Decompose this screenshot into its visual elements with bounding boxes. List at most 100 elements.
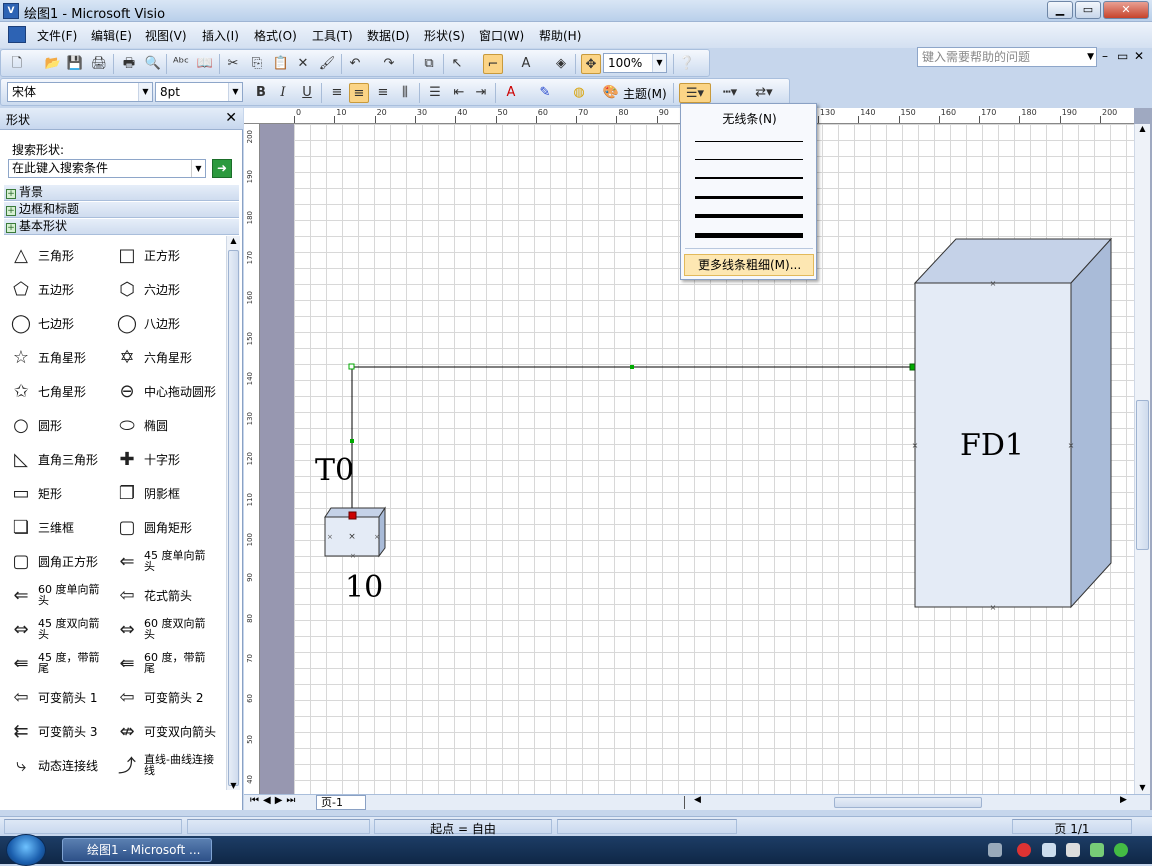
menu-help[interactable]: 帮助(H) <box>536 27 584 44</box>
spelling-icon[interactable]: ᴬᵇᶜ <box>171 54 191 74</box>
menu-more-line-weights[interactable]: 更多线条粗细(M)... <box>684 254 814 276</box>
justify-icon[interactable]: ⫼ <box>395 83 415 103</box>
chevron-down-icon[interactable]: ▼ <box>228 83 242 101</box>
doc-minimize-icon[interactable]: – <box>1102 49 1108 63</box>
shape-item[interactable]: ⇔ 45 度双向箭头 <box>8 616 112 642</box>
update-icon[interactable] <box>1114 843 1128 857</box>
font-size-select[interactable]: 8pt ▼ <box>155 82 243 102</box>
menu-view[interactable]: 视图(V) <box>142 27 190 44</box>
shape-item[interactable]: ⇇ 可变箭头 3 <box>8 718 112 744</box>
security-icon[interactable] <box>1090 843 1104 857</box>
menu-file[interactable]: 文件(F) <box>34 27 80 44</box>
line-ends-icon[interactable]: ⇄▾ <box>749 83 779 103</box>
shapes-window-icon[interactable]: ⧉ <box>419 54 439 74</box>
menu-format[interactable]: 格式(O) <box>251 27 300 44</box>
increase-indent-icon[interactable]: ⇥ <box>471 83 491 103</box>
shape-item[interactable]: △ 三角形 <box>8 242 112 268</box>
line-pattern-icon[interactable]: ┅▾ <box>715 83 745 103</box>
line-weight-2[interactable] <box>695 159 803 160</box>
stencil-background[interactable]: + 背景 <box>4 184 239 201</box>
shape-item[interactable]: ⇦ 可变箭头 1 <box>8 684 112 710</box>
chevron-down-icon[interactable]: ▼ <box>138 83 152 101</box>
chevron-down-icon[interactable]: ▼ <box>1087 50 1094 64</box>
shape-item[interactable]: ◯ 七边形 <box>8 310 112 336</box>
ime-icon[interactable] <box>1017 843 1031 857</box>
shape-item[interactable]: ▢ 圆角矩形 <box>114 514 218 540</box>
shape-item[interactable]: ❏ 三维框 <box>8 514 112 540</box>
shape-item[interactable]: ⇦ 可变箭头 2 <box>114 684 218 710</box>
menu-no-line[interactable]: 无线条(N) <box>681 110 818 127</box>
hscroll-right-icon[interactable]: ▶ <box>1120 795 1127 805</box>
text-tool-icon[interactable]: A <box>516 54 536 74</box>
shape-item[interactable]: ⇔ 60 度双向箭头 <box>114 616 218 642</box>
visio-app-icon[interactable]: V <box>3 3 19 19</box>
menu-insert[interactable]: 插入(I) <box>199 27 242 44</box>
chevron-down-icon[interactable]: ▼ <box>191 160 205 177</box>
shape-item[interactable]: ⇚ 60 度，带箭尾 <box>114 650 218 676</box>
vertical-scrollbar[interactable]: ▲ ▼ <box>1134 124 1150 794</box>
print-icon[interactable]: 🖶 <box>119 54 139 74</box>
label-fd1[interactable]: FD1 <box>960 428 1024 463</box>
help-icon[interactable]: ❔ <box>677 54 697 74</box>
align-center-icon[interactable]: ≡ <box>349 83 369 103</box>
research-icon[interactable]: 📖 <box>195 54 215 74</box>
shape-item[interactable]: ▢ 圆角正方形 <box>8 548 112 574</box>
help-question-input[interactable]: 键入需要帮助的问题 ▼ <box>917 47 1097 67</box>
shape-item[interactable]: ❐ 阴影框 <box>114 480 218 506</box>
pointer-tool-icon[interactable]: ↖ <box>447 54 467 74</box>
taskbar-visio-button[interactable]: 绘图1 - Microsoft ... <box>62 838 212 862</box>
search-go-button[interactable]: ➜ <box>212 159 232 178</box>
menu-window[interactable]: 窗口(W) <box>476 27 527 44</box>
shape-search-input[interactable]: 在此键入搜索条件 ▼ <box>8 159 206 178</box>
line-weight-5[interactable] <box>695 214 803 218</box>
volume-icon[interactable] <box>1066 843 1080 857</box>
bullets-icon[interactable]: ☰ <box>425 83 445 103</box>
shape-item[interactable]: ⇐ 45 度单向箭头 <box>114 548 218 574</box>
font-select[interactable]: 宋体 ▼ <box>7 82 153 102</box>
network-icon[interactable] <box>1042 843 1056 857</box>
line-weight-1[interactable] <box>695 141 803 142</box>
shape-item[interactable]: ☆ 五角星形 <box>8 344 112 370</box>
document-icon[interactable] <box>8 26 26 43</box>
label-t0[interactable]: T0 <box>315 453 354 488</box>
print-preview-icon[interactable]: 🔍 <box>143 54 163 74</box>
copy-icon[interactable]: ⎘ <box>247 54 267 74</box>
shape-item[interactable]: ✩ 七角星形 <box>8 378 112 404</box>
menu-edit[interactable]: 编辑(E) <box>88 27 135 44</box>
page-nav-arrows-icon[interactable]: ⏮◀▶⏭ <box>250 795 299 806</box>
connector-start-handle[interactable] <box>348 511 357 520</box>
shape-item[interactable]: ⇐ 60 度单向箭头 <box>8 582 112 608</box>
line-weight-6[interactable] <box>695 233 803 238</box>
shape-item[interactable]: ✚ 十字形 <box>114 446 218 472</box>
shape-item[interactable]: ⊖ 中心拖动圆形 <box>114 378 218 404</box>
shape-item[interactable]: ⤷ 动态连接线 <box>8 752 112 778</box>
keyboard-icon[interactable] <box>988 843 1002 857</box>
start-button[interactable] <box>6 834 46 866</box>
cut-icon[interactable]: ✂ <box>223 54 243 74</box>
close-button[interactable]: ✕ <box>1103 1 1149 19</box>
shape-item[interactable]: ✡ 六角星形 <box>114 344 218 370</box>
format-painter-icon[interactable]: 🖌 <box>317 54 337 74</box>
underline-icon[interactable]: U <box>297 83 317 103</box>
horizontal-scrollbar-thumb[interactable] <box>834 797 982 808</box>
open-icon[interactable]: 📂 <box>43 54 63 74</box>
line-weight-button[interactable]: ☰▾ <box>679 83 711 103</box>
chevron-down-icon[interactable]: ▼ <box>652 54 666 72</box>
fill-color-icon[interactable]: ◍ <box>569 83 589 103</box>
shape-item[interactable]: ⇦ 花式箭头 <box>114 582 218 608</box>
theme-icon[interactable]: 🎨 <box>601 83 621 103</box>
minimize-button[interactable]: ▁ <box>1047 1 1073 19</box>
shape-item[interactable]: ⬠ 五边形 <box>8 276 112 302</box>
shape-item[interactable]: ◺ 直角三角形 <box>8 446 112 472</box>
shape-item[interactable]: ◯ 八边形 <box>114 310 218 336</box>
connector-midpoint[interactable] <box>630 365 634 369</box>
stencil-basic-shapes[interactable]: + 基本形状 <box>4 218 239 235</box>
shape-item[interactable]: ⬭ 椭圆 <box>114 412 218 438</box>
shape-item[interactable]: ⤴ 直线-曲线连接线 <box>114 752 218 778</box>
connector-midpoint[interactable] <box>350 439 354 443</box>
menu-shape[interactable]: 形状(S) <box>421 27 468 44</box>
save-icon[interactable]: 💾 <box>65 54 85 74</box>
font-color-icon[interactable]: A <box>501 83 521 103</box>
italic-icon[interactable]: I <box>273 83 293 103</box>
connector-vertex[interactable] <box>348 363 355 370</box>
